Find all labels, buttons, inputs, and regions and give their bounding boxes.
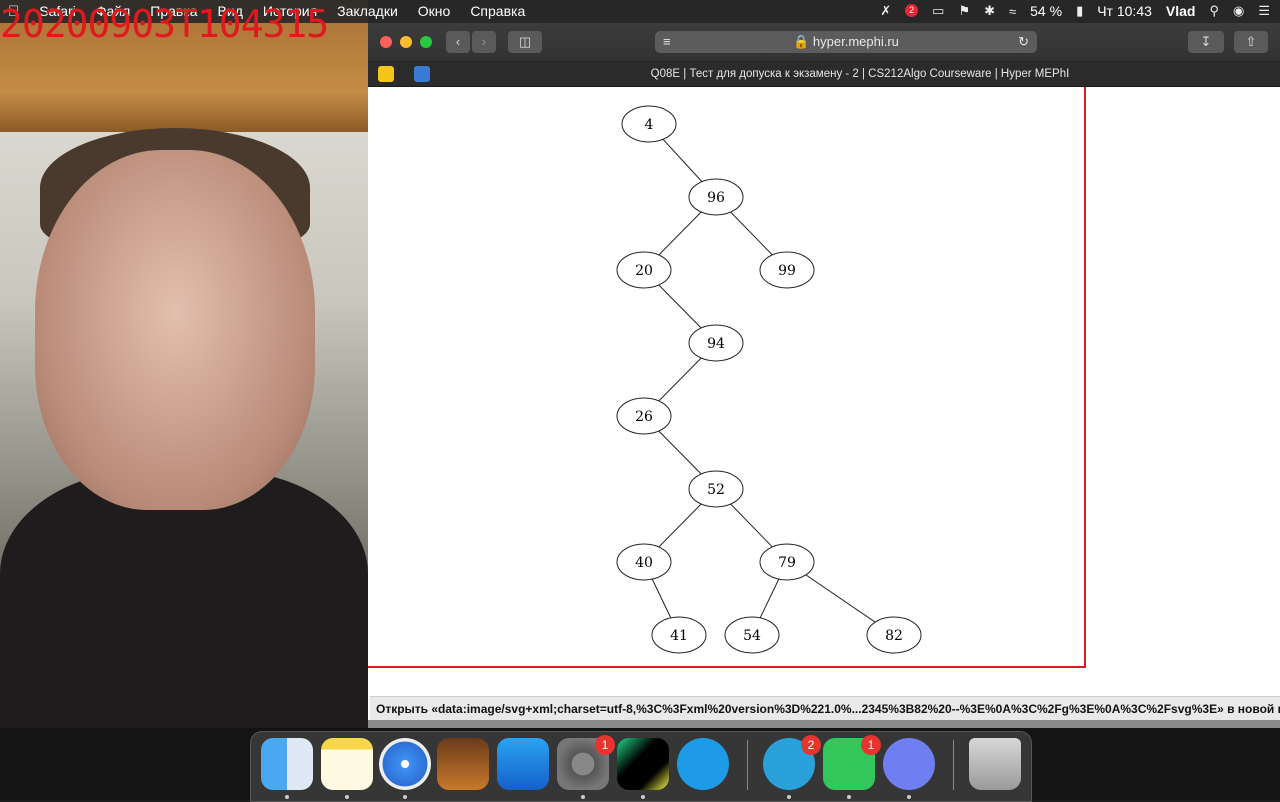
bluetooth-icon[interactable]: ✱	[984, 3, 995, 19]
node-label: 94	[707, 336, 725, 352]
status-bar-link: Открыть «data:image/svg+xml;charset=utf-…	[370, 696, 1280, 721]
lock-icon: 🔒	[793, 34, 810, 49]
discord-icon[interactable]	[883, 738, 935, 790]
tree-node: 96	[688, 178, 744, 216]
telegram-icon[interactable]: 2	[763, 735, 821, 790]
dock-separator	[747, 740, 748, 790]
tree-node: 79	[759, 543, 815, 581]
node-label: 79	[778, 555, 796, 571]
clock[interactable]: Чт 10:43	[1097, 3, 1152, 19]
flag-us-icon[interactable]: ⚑	[958, 3, 970, 19]
tree-node: 41	[651, 616, 707, 654]
running-indicator	[403, 795, 407, 799]
control-center-icon[interactable]: ☰	[1258, 3, 1270, 19]
tab-title[interactable]: Q08E | Тест для допуска к экзамену - 2 |…	[440, 62, 1280, 86]
mute-icon[interactable]: ✗	[880, 3, 891, 19]
webcam-video	[0, 0, 368, 728]
running-indicator	[345, 795, 349, 799]
battery-percent[interactable]: 54 %	[1030, 3, 1062, 19]
tree-node: 99	[759, 251, 815, 289]
node-label: 82	[885, 628, 903, 644]
page-content: 4 96 20 99 94 26 52 40 79 41 54 82	[368, 87, 1280, 696]
tree-node: 54	[724, 616, 780, 654]
battery-icon[interactable]: ▮	[1076, 3, 1083, 19]
notification-badge: 1	[595, 735, 615, 755]
menu-window[interactable]: Окно	[418, 3, 451, 20]
node-label: 41	[670, 628, 688, 644]
close-button[interactable]	[380, 36, 392, 48]
address-bar[interactable]: ≡ 🔒 hyper.mephi.ru ↻	[655, 31, 1037, 53]
reload-icon[interactable]: ↻	[1018, 31, 1029, 53]
dock-separator	[953, 740, 954, 790]
notification-badge: 2	[801, 735, 821, 755]
notification-icon[interactable]: ●2	[905, 3, 919, 19]
safari-icon[interactable]	[379, 738, 431, 790]
share-button[interactable]: ⇧	[1234, 31, 1268, 53]
cast-icon[interactable]: ▭	[932, 3, 944, 19]
tab-bar: Q08E | Тест для допуска к экзамену - 2 |…	[368, 62, 1280, 87]
back-button[interactable]: ‹	[446, 31, 470, 53]
node-label: 4	[645, 117, 654, 133]
sidebar-button[interactable]: ◫	[508, 31, 542, 53]
node-label: 52	[707, 482, 725, 498]
menu-help[interactable]: Справка	[470, 3, 525, 20]
pycharm-icon[interactable]	[617, 738, 669, 790]
running-indicator	[285, 795, 289, 799]
wifi-icon[interactable]: ≈	[1009, 4, 1016, 19]
running-indicator	[847, 795, 851, 799]
tree-node: 94	[688, 324, 744, 362]
bst-diagram: 4 96 20 99 94 26 52 40 79 41 54 82	[616, 105, 922, 654]
running-indicator	[641, 795, 645, 799]
node-label: 99	[778, 263, 796, 279]
tree-node: 52	[688, 470, 744, 508]
node-label: 96	[707, 190, 725, 206]
spotlight-icon[interactable]: ⚲	[1209, 3, 1219, 19]
siri-icon[interactable]: ◉	[1233, 3, 1244, 19]
dock: 1 2 1	[250, 731, 1032, 802]
downloads-button[interactable]: ↧	[1188, 31, 1224, 53]
safari-window: ‹ › ◫ ≡ 🔒 hyper.mephi.ru ↻ ↧ ⇧ Q08E | Те…	[368, 23, 1280, 721]
notes-icon[interactable]	[321, 738, 373, 790]
facetime-icon[interactable]: 1	[823, 735, 881, 790]
timestamp-overlay: 20200903T104315	[0, 2, 329, 46]
notification-badge: 1	[861, 735, 881, 755]
node-label: 54	[743, 628, 761, 644]
reader-icon[interactable]: ≡	[663, 31, 671, 53]
notification-badge: 2	[905, 3, 919, 17]
trash-icon[interactable]	[969, 738, 1021, 790]
system-preferences-icon[interactable]: 1	[557, 735, 615, 790]
node-label: 40	[635, 555, 653, 571]
node-label: 20	[635, 263, 653, 279]
zoom-button[interactable]	[420, 36, 432, 48]
tree-node: 26	[616, 397, 672, 435]
page-text-strip	[368, 720, 1280, 728]
tree-node: 40	[616, 543, 672, 581]
garageband-icon[interactable]	[437, 738, 489, 790]
tree-node: 4	[621, 105, 677, 143]
running-indicator	[787, 795, 791, 799]
favorite-icon-yandex[interactable]	[378, 66, 394, 82]
safari-toolbar: ‹ › ◫ ≡ 🔒 hyper.mephi.ru ↻ ↧ ⇧	[368, 23, 1280, 62]
tree-node: 82	[866, 616, 922, 654]
favorite-icon-chat[interactable]	[414, 66, 430, 82]
running-indicator	[581, 795, 585, 799]
running-indicator	[907, 795, 911, 799]
skype-icon[interactable]	[677, 738, 729, 790]
xcode-icon[interactable]	[497, 738, 549, 790]
tree-node: 20	[616, 251, 672, 289]
user-name[interactable]: Vlad	[1166, 3, 1196, 19]
webcam-face	[35, 150, 315, 510]
forward-button[interactable]: ›	[472, 31, 496, 53]
address-text: hyper.mephi.ru	[812, 34, 899, 49]
menu-bookmarks[interactable]: Закладки	[337, 3, 398, 20]
finder-icon[interactable]	[261, 738, 313, 790]
minimize-button[interactable]	[400, 36, 412, 48]
node-label: 26	[635, 409, 653, 425]
